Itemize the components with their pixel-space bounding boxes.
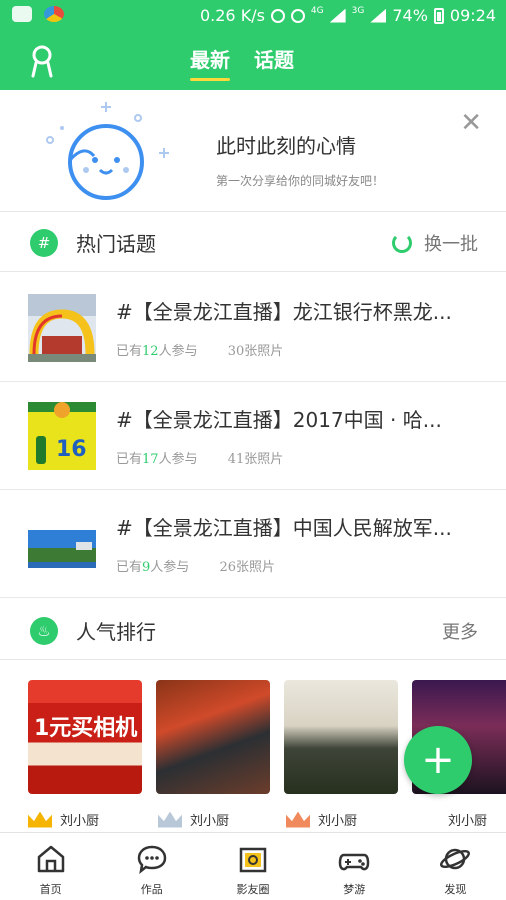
user-name: 刘小厨 bbox=[190, 814, 230, 829]
close-icon[interactable]: ✕ bbox=[460, 108, 482, 138]
more-button[interactable]: 更多 bbox=[442, 618, 478, 644]
tab-topics[interactable]: 话题 bbox=[254, 44, 294, 81]
nav-dream-tour[interactable]: 梦游 bbox=[304, 833, 405, 900]
signal-icon-2 bbox=[370, 8, 387, 23]
user-icon[interactable] bbox=[28, 44, 56, 78]
svg-text:16: 16 bbox=[56, 437, 87, 462]
smiley-face-icon bbox=[46, 102, 169, 200]
gamepad-icon bbox=[338, 853, 370, 871]
photo-frame-icon bbox=[239, 847, 267, 873]
popular-photo[interactable] bbox=[284, 680, 398, 794]
top-nav: 最新 话题 bbox=[0, 32, 506, 90]
topic-item[interactable]: #【全景龙江直播】龙江银行杯黑龙... 已有12人参与 30张照片 bbox=[0, 274, 506, 382]
battery-percent: 74% bbox=[392, 6, 428, 25]
participants-prefix: 已有 bbox=[116, 560, 143, 575]
tab-latest[interactable]: 最新 bbox=[190, 44, 230, 81]
topic-meta: 已有9人参与 26张照片 bbox=[116, 556, 275, 575]
flame-icon: ♨ bbox=[30, 617, 58, 645]
chat-bubble-icon bbox=[137, 845, 167, 875]
user-name: 刘小厨 bbox=[60, 814, 100, 829]
nav-home[interactable]: 首页 bbox=[0, 833, 101, 900]
topic-thumbnail bbox=[28, 294, 96, 362]
popular-title: 人气排行 bbox=[76, 620, 156, 644]
bottom-nav: 首页 作品 影友圈 梦游 发现 bbox=[0, 832, 506, 900]
gold-crown-icon bbox=[28, 811, 52, 828]
home-icon bbox=[37, 845, 64, 873]
photo-count: 26张照片 bbox=[219, 560, 275, 575]
topic-meta: 已有17人参与 41张照片 bbox=[116, 448, 283, 467]
bronze-crown-icon bbox=[286, 811, 310, 828]
popular-photo[interactable]: 1元买相机 bbox=[28, 680, 142, 794]
participants-suffix: 人参与 bbox=[150, 560, 190, 575]
network-type-2: 3G bbox=[351, 6, 365, 16]
nav-discover[interactable]: 发现 bbox=[405, 833, 506, 900]
popular-photo[interactable] bbox=[156, 680, 270, 794]
ranked-user[interactable]: 刘小厨 bbox=[448, 810, 487, 829]
message-icon bbox=[12, 6, 32, 22]
ranked-user[interactable]: 刘小厨 bbox=[158, 810, 229, 829]
nav-label: 首页 bbox=[39, 883, 62, 896]
participants-suffix: 人参与 bbox=[158, 344, 198, 359]
popular-users: 刘小厨 刘小厨 刘小厨 刘小厨 bbox=[28, 810, 506, 834]
nav-label: 影友圈 bbox=[236, 883, 270, 896]
add-post-button[interactable]: + bbox=[404, 726, 472, 794]
status-bar: 0.26 K/s 4G 3G 74% 09:24 bbox=[0, 0, 506, 32]
topic-hash-icon: # bbox=[30, 229, 58, 257]
nav-works[interactable]: 作品 bbox=[101, 833, 202, 900]
topic-title: #【全景龙江直播】中国人民解放军... bbox=[116, 516, 452, 540]
topic-item[interactable]: 16 #【全景龙江直播】2017中国 · 哈... 已有17人参与 41张照片 bbox=[0, 382, 506, 490]
nav-photo-circle[interactable]: 影友圈 bbox=[202, 833, 303, 900]
mood-card[interactable]: 此时此刻的心情 第一次分享给你的同城好友吧！ ✕ bbox=[0, 90, 506, 212]
photo-count: 30张照片 bbox=[227, 344, 284, 359]
header-tabs: 最新 话题 bbox=[190, 44, 294, 81]
ranked-user[interactable]: 刘小厨 bbox=[28, 810, 99, 829]
planet-icon bbox=[440, 848, 471, 870]
hot-topics-title: 热门话题 bbox=[76, 232, 156, 256]
topic-thumbnail bbox=[28, 524, 96, 568]
app-notification-icon bbox=[44, 6, 64, 22]
nav-label: 梦游 bbox=[343, 883, 366, 896]
participants-prefix: 已有 bbox=[116, 452, 143, 467]
topic-thumbnail: 16 bbox=[28, 402, 96, 470]
network-type-1: 4G bbox=[310, 6, 324, 16]
signal-icon bbox=[329, 8, 346, 23]
alarm-icon bbox=[270, 8, 285, 23]
refresh-batch-button[interactable]: 换一批 bbox=[392, 230, 478, 256]
participant-count: 17 bbox=[142, 452, 159, 467]
nav-label: 发现 bbox=[444, 883, 467, 896]
photo-count: 41张照片 bbox=[227, 452, 284, 467]
popular-header: ♨ 人气排行 更多 bbox=[0, 600, 506, 660]
refresh-icon bbox=[392, 233, 412, 253]
wifi-icon bbox=[290, 8, 305, 23]
mood-title: 此时此刻的心情 bbox=[216, 134, 356, 158]
user-name: 刘小厨 bbox=[448, 814, 488, 829]
topic-meta: 已有12人参与 30张照片 bbox=[116, 340, 283, 359]
ranked-user[interactable]: 刘小厨 bbox=[286, 810, 357, 829]
topic-title: #【全景龙江直播】2017中国 · 哈... bbox=[116, 408, 442, 432]
hot-topics-header: # 热门话题 换一批 bbox=[0, 212, 506, 272]
mood-subtitle: 第一次分享给你的同城好友吧！ bbox=[216, 174, 385, 188]
refresh-batch-label: 换一批 bbox=[424, 234, 478, 255]
network-speed: 0.26 K/s bbox=[199, 6, 265, 25]
participant-count: 12 bbox=[142, 344, 159, 359]
battery-icon bbox=[433, 7, 444, 24]
silver-crown-icon bbox=[158, 811, 182, 828]
user-name: 刘小厨 bbox=[318, 814, 358, 829]
clock: 09:24 bbox=[449, 6, 496, 25]
topic-title: #【全景龙江直播】龙江银行杯黑龙... bbox=[116, 300, 452, 324]
promo-text: 1元买相机 bbox=[34, 716, 138, 741]
topic-item[interactable]: #【全景龙江直播】中国人民解放军... 已有9人参与 26张照片 bbox=[0, 490, 506, 598]
participants-prefix: 已有 bbox=[116, 344, 143, 359]
app-header: 0.26 K/s 4G 3G 74% 09:24 最新 话题 bbox=[0, 0, 506, 90]
participants-suffix: 人参与 bbox=[158, 452, 198, 467]
nav-label: 作品 bbox=[140, 883, 163, 896]
